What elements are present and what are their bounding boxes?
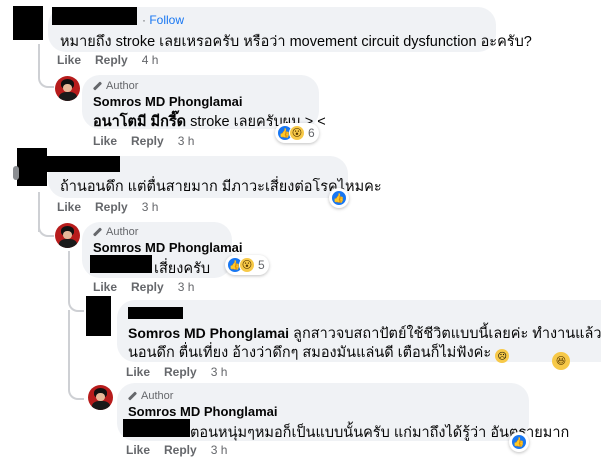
haha-reaction-icon[interactable]: 😆 <box>552 352 570 370</box>
reaction-summary[interactable]: 👍 <box>329 188 349 208</box>
thread-connector <box>68 290 84 312</box>
reply-button[interactable]: Reply <box>131 134 164 148</box>
avatar[interactable] <box>55 76 80 101</box>
like-button[interactable]: Like <box>93 280 117 294</box>
thread-connector <box>38 44 54 88</box>
reply-actions: Like Reply 3 h <box>126 365 227 379</box>
thread-line <box>68 251 70 291</box>
like-button[interactable]: Like <box>126 365 150 379</box>
pen-icon <box>128 392 137 401</box>
thread-connector <box>38 215 54 237</box>
reaction-summary[interactable]: 👍 😮 6 <box>275 123 319 143</box>
avatar[interactable] <box>55 223 80 248</box>
avatar[interactable] <box>88 385 113 410</box>
commenter-name-redacted[interactable] <box>128 307 183 319</box>
wow-reaction-icon: 😮 <box>239 257 255 273</box>
author-name[interactable]: Somros MD Phonglamai <box>93 94 243 109</box>
author-badge: Author <box>93 226 138 238</box>
comment-actions: Like Reply 3 h <box>57 200 158 214</box>
timestamp[interactable]: 3 h <box>211 443 228 457</box>
sad-emoji-icon: ☹ <box>495 349 510 363</box>
like-button[interactable]: Like <box>57 53 81 67</box>
commenter-name-redacted[interactable] <box>52 7 137 25</box>
reply-button[interactable]: Reply <box>95 53 128 67</box>
reply-button[interactable]: Reply <box>131 280 164 294</box>
commenter-avatar-redacted[interactable] <box>13 6 43 40</box>
tagged-name-redacted[interactable] <box>90 255 152 273</box>
reaction-count: 6 <box>308 126 315 140</box>
avatar-partial <box>13 166 19 180</box>
like-button[interactable]: Like <box>93 134 117 148</box>
reply-text-line2: นอนดึก ตื่นเที่ยง อ้างว่าดึกๆ สมองมันแล่… <box>128 341 510 364</box>
timestamp[interactable]: 3 h <box>178 280 195 294</box>
reply-button[interactable]: Reply <box>164 365 197 379</box>
timestamp[interactable]: 3 h <box>178 134 195 148</box>
tagged-name-redacted[interactable] <box>123 419 190 437</box>
comment-actions: Like Reply 4 h <box>57 53 158 67</box>
thread-connector <box>68 310 84 400</box>
like-reaction-icon: 👍 <box>511 434 527 450</box>
reply-button[interactable]: Reply <box>95 200 128 214</box>
wow-reaction-icon: 😮 <box>289 125 305 141</box>
author-name[interactable]: Somros MD Phonglamai <box>93 240 243 255</box>
pen-icon <box>93 228 102 237</box>
reply-actions: Like Reply 3 h <box>93 280 194 294</box>
commenter-avatar-redacted[interactable] <box>86 296 111 336</box>
tagged-name[interactable]: Somros MD Phonglamai <box>128 325 289 341</box>
author-badge: Author <box>93 80 138 92</box>
pen-icon <box>93 82 102 91</box>
like-button[interactable]: Like <box>57 200 81 214</box>
like-reaction-icon: 👍 <box>331 190 347 206</box>
reply-button[interactable]: Reply <box>164 443 197 457</box>
comment-text: หมายถึง stroke เลยเหรอครับ หรือว่า movem… <box>60 34 532 50</box>
reaction-count: 5 <box>258 258 265 272</box>
commenter-name-redacted[interactable] <box>43 156 120 172</box>
reply-text-bold: อนาโตมี มีกรี๊ด <box>93 114 187 130</box>
timestamp[interactable]: 3 h <box>142 200 159 214</box>
reaction-summary[interactable]: 👍 😮 5 <box>225 255 269 275</box>
timestamp[interactable]: 3 h <box>211 365 228 379</box>
like-button[interactable]: Like <box>126 443 150 457</box>
timestamp[interactable]: 4 h <box>142 53 159 67</box>
follow-link[interactable]: · Follow <box>142 13 184 27</box>
reaction-summary[interactable]: 👍 <box>509 432 529 452</box>
reply-actions: Like Reply 3 h <box>93 134 194 148</box>
reply-text: เสี่ยงครับ <box>154 261 211 277</box>
author-badge: Author <box>128 390 173 402</box>
reply-actions: Like Reply 3 h <box>126 443 227 457</box>
author-name[interactable]: Somros MD Phonglamai <box>128 404 278 419</box>
